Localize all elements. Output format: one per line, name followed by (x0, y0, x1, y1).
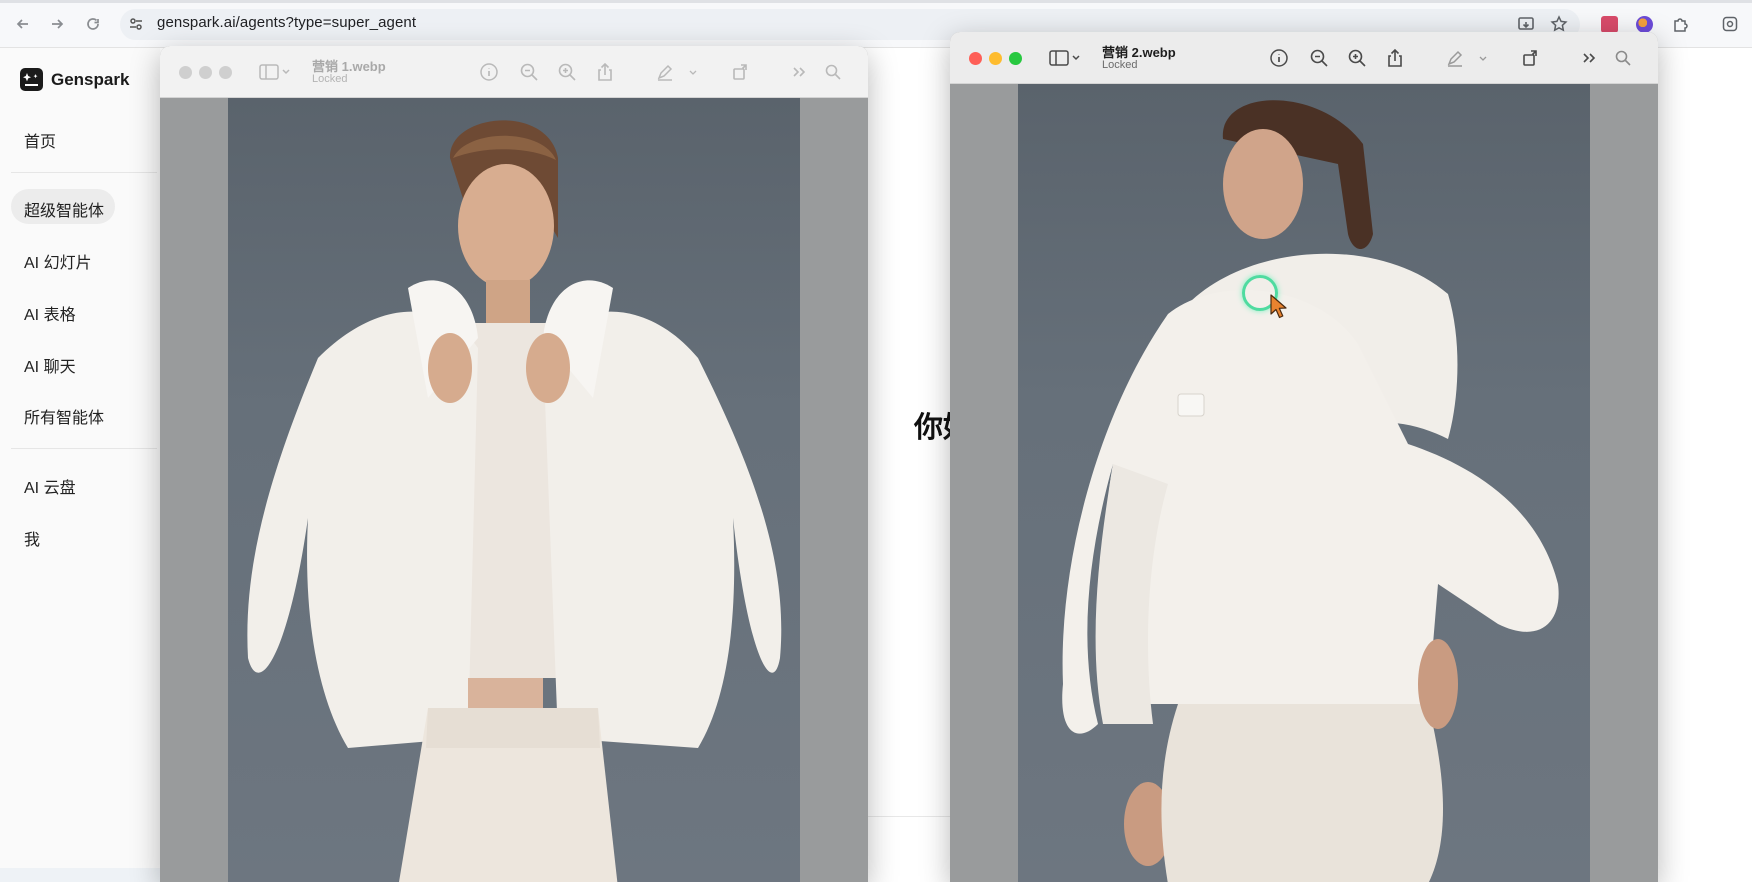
sidebar-item-home[interactable]: 首页 (24, 128, 56, 152)
forward-icon[interactable] (46, 13, 68, 35)
markup-pen-icon[interactable] (1444, 47, 1466, 69)
rotate-icon[interactable] (730, 61, 752, 83)
product-photo-back (1018, 84, 1590, 882)
cast-icon[interactable] (1516, 14, 1536, 34)
minimize-button[interactable] (989, 52, 1002, 65)
sidebar-item-ai-sheets[interactable]: AI 表格 (24, 301, 76, 325)
sidebar-divider (11, 448, 157, 449)
bookmark-star-icon[interactable] (1549, 14, 1569, 34)
share-icon[interactable] (594, 61, 616, 83)
info-icon[interactable] (478, 61, 500, 83)
zoom-button[interactable] (219, 66, 232, 79)
product-photo-front (228, 98, 800, 882)
image-canvas (160, 98, 868, 882)
zoom-out-icon[interactable] (518, 61, 540, 83)
sidebar-item-ai-chat[interactable]: AI 聊天 (24, 353, 76, 377)
sidebar-item-all-agents[interactable]: 所有智能体 (24, 404, 104, 428)
sidebar-toggle-icon[interactable] (258, 61, 292, 83)
sidebar-footer (0, 868, 160, 882)
screenshot-icon[interactable] (1720, 14, 1740, 34)
preview-window-2[interactable]: 营销 2.webp Locked (950, 32, 1658, 882)
sidebar-item-ai-slides[interactable]: AI 幻灯片 (24, 249, 92, 273)
reload-icon[interactable] (82, 13, 104, 35)
profile-icon[interactable] (1634, 14, 1654, 34)
minimize-button[interactable] (199, 66, 212, 79)
more-tools-icon[interactable] (1578, 47, 1600, 69)
rotate-icon[interactable] (1520, 47, 1542, 69)
zoom-button[interactable] (1009, 52, 1022, 65)
genspark-logo-icon[interactable] (20, 68, 43, 91)
share-icon[interactable] (1384, 47, 1406, 69)
sidebar-toggle-icon[interactable] (1048, 47, 1082, 69)
markup-pen-icon[interactable] (654, 61, 676, 83)
window-titlebar[interactable]: 营销 1.webp Locked (160, 46, 868, 98)
sidebar-item-super-agent[interactable]: 超级智能体 (24, 197, 104, 221)
more-tools-icon[interactable] (788, 61, 810, 83)
sidebar-divider (11, 172, 157, 173)
window-lock-status: Locked (1102, 59, 1138, 71)
markup-chevron-icon[interactable] (686, 61, 700, 83)
tab-strip-edge (0, 0, 1752, 3)
sidebar-item-ai-drive[interactable]: AI 云盘 (24, 474, 76, 498)
zoom-out-icon[interactable] (1308, 47, 1330, 69)
search-icon[interactable] (822, 61, 844, 83)
site-settings-icon[interactable] (128, 16, 144, 32)
window-titlebar[interactable]: 营销 2.webp Locked (950, 32, 1658, 84)
search-icon[interactable] (1612, 47, 1634, 69)
sidebar-item-me[interactable]: 我 (24, 526, 40, 550)
extension-red-icon[interactable] (1599, 14, 1619, 34)
info-icon[interactable] (1268, 47, 1290, 69)
window-lock-status: Locked (312, 73, 348, 85)
image-canvas (950, 84, 1658, 882)
preview-window-1[interactable]: 营销 1.webp Locked (160, 46, 868, 882)
back-icon[interactable] (12, 13, 34, 35)
url-text[interactable]: genspark.ai/agents?type=super_agent (157, 14, 416, 31)
close-button[interactable] (179, 66, 192, 79)
markup-chevron-icon[interactable] (1476, 47, 1490, 69)
app-name[interactable]: Genspark (51, 70, 129, 90)
zoom-in-icon[interactable] (556, 61, 578, 83)
cursor-pointer-icon (1270, 294, 1288, 325)
sidebar (0, 48, 160, 882)
puzzle-icon[interactable] (1671, 14, 1691, 34)
zoom-in-icon[interactable] (1346, 47, 1368, 69)
close-button[interactable] (969, 52, 982, 65)
